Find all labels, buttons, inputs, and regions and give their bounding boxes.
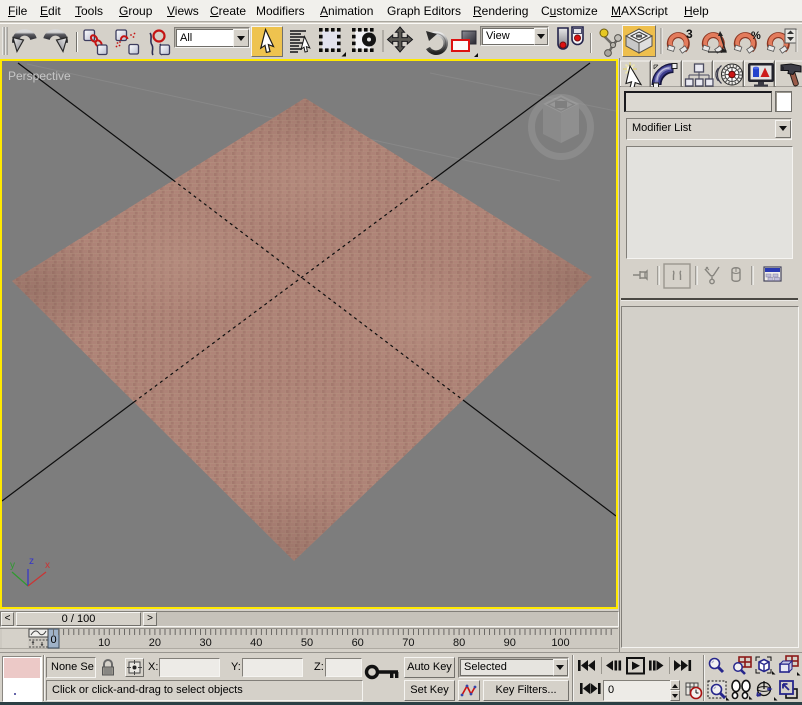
svg-text:50: 50	[301, 637, 313, 649]
svg-text:70: 70	[402, 637, 414, 649]
svg-text:3: 3	[686, 27, 693, 41]
svg-text:x: x	[45, 560, 50, 571]
svg-text:10: 10	[98, 637, 110, 649]
svg-text:y: y	[10, 560, 15, 571]
svg-text:%: %	[751, 30, 761, 42]
svg-text:100: 100	[551, 637, 569, 649]
svg-text:30: 30	[199, 637, 211, 649]
svg-text:20: 20	[149, 637, 161, 649]
svg-text:z: z	[29, 556, 34, 567]
svg-text:60: 60	[352, 637, 364, 649]
svg-text:90: 90	[504, 637, 516, 649]
svg-text:80: 80	[453, 637, 465, 649]
svg-text:Perspective: Perspective	[8, 69, 71, 83]
svg-text:40: 40	[250, 637, 262, 649]
